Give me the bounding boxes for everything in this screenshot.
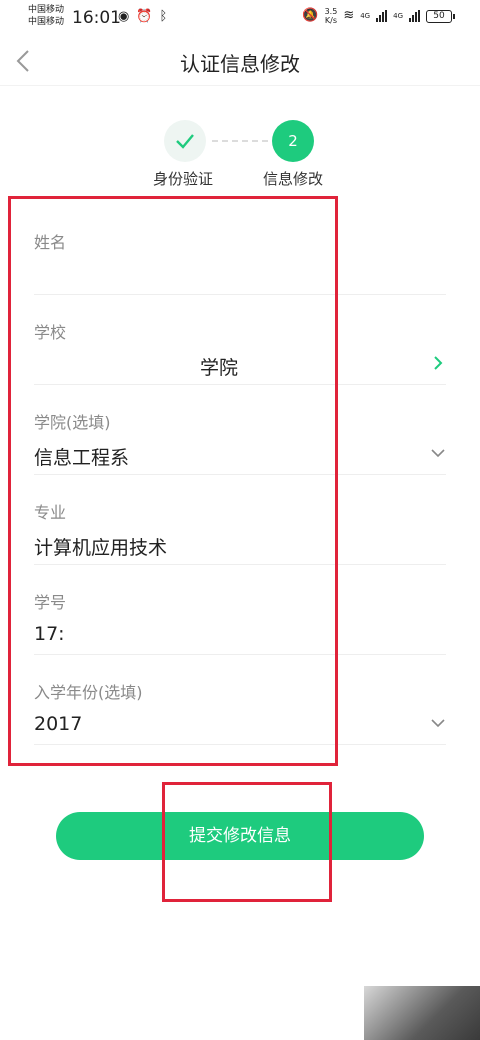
school-field[interactable]: 学校 学院 <box>34 295 446 385</box>
name-label: 姓名 <box>34 233 67 252</box>
college-value: 信息工程系 <box>34 447 130 469</box>
nav-bar: 认证信息修改 <box>0 36 480 86</box>
chevron-down-icon[interactable] <box>430 715 446 731</box>
enroll-year-field[interactable]: 入学年份(选填) 2017 <box>34 655 446 745</box>
signal-1-label: 4G <box>360 12 371 20</box>
wifi-icon: ≋ <box>343 8 355 23</box>
status-icons-right: 🔕 3.5 K/s ≋ 4G 4G 50 <box>302 7 455 25</box>
status-bar: 中国移动 中国移动 16:01 ◉ ⏰ ᛒ 🔕 3.5 K/s ≋ 4G 4G … <box>0 0 480 36</box>
step-1-label: 身份验证 <box>153 170 214 188</box>
major-field[interactable]: 专业 计算机应用技术 <box>34 475 446 565</box>
chevron-right-icon[interactable] <box>430 355 446 371</box>
step-connector <box>212 140 268 142</box>
signal-2-label: 4G <box>393 12 403 20</box>
net-speed: 3.5 K/s <box>325 7 338 25</box>
progress-stepper: 2 身份验证 信息修改 <box>0 120 480 190</box>
status-time: 16:01 <box>72 8 121 28</box>
alarm-icon: ⏰ <box>136 9 153 24</box>
battery-icon: 50 <box>426 9 455 23</box>
corner-shadow <box>364 986 480 1040</box>
school-value: 学院 <box>200 357 239 379</box>
college-label: 学院(选填) <box>34 413 111 432</box>
bluetooth-icon: ᛒ <box>159 9 168 24</box>
carrier-line-1: 中国移动 <box>28 5 65 15</box>
status-icons-left: ◉ ⏰ ᛒ <box>118 8 167 26</box>
step-2-indicator: 2 <box>272 120 314 162</box>
carrier-line-2: 中国移动 <box>28 17 65 27</box>
signal-2-icon <box>409 10 420 22</box>
student-id-value[interactable]: 17: <box>34 623 65 645</box>
enroll-year-label: 入学年份(选填) <box>34 683 143 702</box>
student-id-label: 学号 <box>34 593 67 612</box>
step-1-indicator <box>164 120 206 162</box>
name-field[interactable]: 姓名 <box>34 205 446 295</box>
step-2-label: 信息修改 <box>263 170 324 188</box>
student-id-field[interactable]: 学号 17: <box>34 565 446 655</box>
checkmark-icon <box>176 134 194 149</box>
major-label: 专业 <box>34 503 67 522</box>
school-label: 学校 <box>34 323 67 342</box>
carrier-info: 中国移动 中国移动 <box>28 4 64 28</box>
college-field[interactable]: 学院(选填) 信息工程系 <box>34 385 446 475</box>
submit-button[interactable]: 提交修改信息 <box>56 812 424 860</box>
net-speed-unit: K/s <box>324 16 337 25</box>
eye-icon: ◉ <box>118 9 130 24</box>
major-value[interactable]: 计算机应用技术 <box>34 533 167 560</box>
signal-1-icon <box>376 10 388 22</box>
mute-icon: 🔕 <box>302 8 319 23</box>
chevron-down-icon[interactable] <box>430 445 446 461</box>
net-speed-value: 3.5 <box>324 7 338 16</box>
page-title: 认证信息修改 <box>180 52 300 76</box>
enroll-year-value: 2017 <box>34 713 83 735</box>
